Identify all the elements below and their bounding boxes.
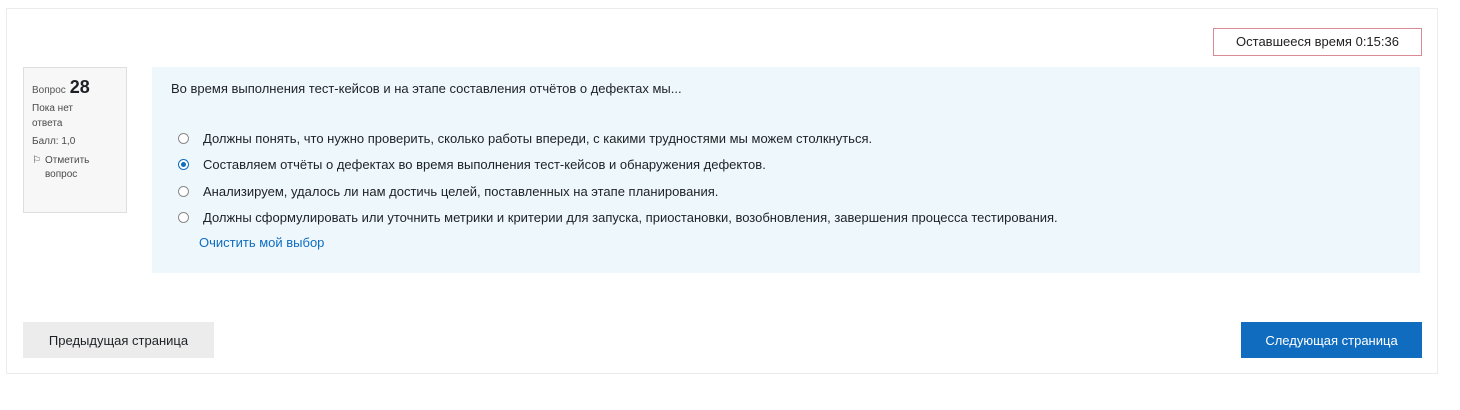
question-state-line1: Пока нет [32, 103, 74, 115]
answer-label-2: Составляем отчёты о дефектах во время вы… [203, 157, 766, 173]
flag-line1: Отметить [44, 154, 90, 166]
answer-option-4[interactable]: Должны сформулировать или уточнить метри… [178, 205, 1058, 232]
answer-option-1[interactable]: Должны понять, что нужно проверить, скол… [178, 125, 1058, 152]
flag-line2: вопрос [44, 169, 78, 181]
quiz-timer: Оставшееся время 0:15:36 [1213, 28, 1422, 56]
question-number-label: Вопрос [32, 85, 66, 96]
flag-icon: ⚐ [32, 154, 41, 166]
answer-option-2[interactable]: Составляем отчёты о дефектах во время вы… [178, 152, 1058, 179]
question-content: Во время выполнения тест-кейсов и на эта… [152, 67, 1420, 273]
question-number-row: Вопрос 28 [32, 74, 118, 100]
clear-choice-link[interactable]: Очистить мой выбор [199, 235, 324, 250]
flag-question-button[interactable]: ⚐ Отметить вопрос [32, 154, 118, 183]
next-page-button[interactable]: Следующая страница [1241, 322, 1422, 358]
answer-option-3[interactable]: Анализируем, удалось ли нам достичь целе… [178, 178, 1058, 205]
answer-radio-3[interactable] [178, 185, 189, 197]
answer-label-4: Должны сформулировать или уточнить метри… [203, 210, 1058, 226]
question-number: 28 [69, 77, 90, 97]
flag-question-label: Отметить вопрос [45, 154, 89, 183]
answer-label-1: Должны понять, что нужно проверить, скол… [203, 130, 873, 146]
question-text: Во время выполнения тест-кейсов и на эта… [171, 81, 682, 96]
question-info-panel: Вопрос 28 Пока нет ответа Балл: 1,0 ⚐ От… [23, 67, 127, 213]
answer-radio-4[interactable] [178, 212, 189, 224]
previous-page-button[interactable]: Предыдущая страница [23, 322, 214, 358]
answer-label-3: Анализируем, удалось ли нам достичь целе… [203, 183, 719, 199]
answer-radio-2[interactable] [178, 159, 189, 171]
question-state-line2: ответа [32, 117, 63, 129]
answer-list: Должны понять, что нужно проверить, скол… [178, 125, 1058, 231]
question-state: Пока нет ответа [32, 102, 118, 131]
question-grade: Балл: 1,0 [32, 136, 76, 148]
answer-radio-1[interactable] [178, 132, 189, 144]
